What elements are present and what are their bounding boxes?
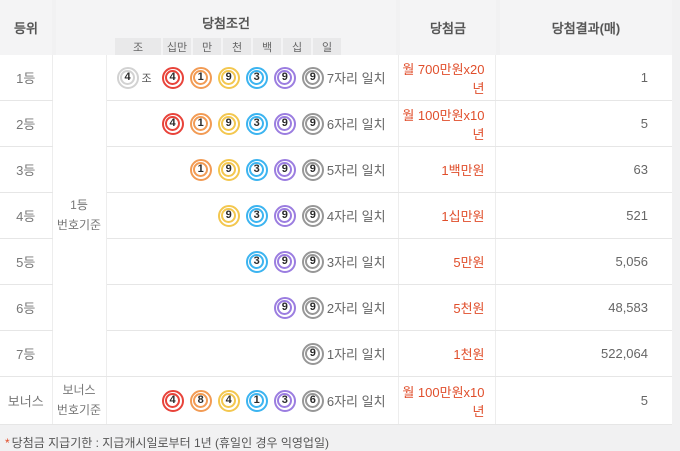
lotto-ball: 9 (273, 250, 296, 273)
condition-cell: 9 1자리 일치 (106, 330, 399, 377)
match-condition: 6자리 일치 (326, 394, 386, 409)
lotto-ball: 9 (301, 112, 324, 135)
lotto-ball: 8 (189, 389, 212, 412)
match-condition: 5자리 일치 (326, 163, 386, 178)
digit-label-10: 십 (283, 38, 311, 55)
lotto-ball: 3 (245, 158, 268, 181)
prize-amount: 월 100만원x10년 (398, 100, 496, 147)
lotto-ball: 9 (301, 204, 324, 227)
asterisk-mark: * (5, 436, 10, 450)
winner-count: 5,056 (495, 238, 672, 285)
lotto-ball: 4 (217, 389, 240, 412)
header-rank: 등위 (0, 0, 52, 55)
lotto-ball: 9 (301, 158, 324, 181)
winner-count: 522,064 (495, 330, 672, 377)
digit-labels: 조 십만 만 천 백 십 일 (115, 38, 341, 55)
match-condition: 3자리 일치 (326, 255, 386, 270)
lotto-ball: 4 (161, 66, 184, 89)
lotto-ball: 9 (301, 66, 324, 89)
prize-table: 1등 1등 번호기준 4 조 4 1 9 3 9 9 7자리 일치 월 700만… (0, 55, 672, 425)
lotto-ball: 1 (189, 66, 212, 89)
group-label-main: 1등 번호기준 (52, 55, 107, 377)
digit-label-100k: 십만 (163, 38, 191, 55)
header-condition: 당첨조건 조 십만 만 천 백 십 일 (56, 0, 396, 55)
lotto-ball: 1 (245, 389, 268, 412)
lotto-ball: 9 (273, 112, 296, 135)
digit-label-1: 일 (313, 38, 341, 55)
lotto-ball: 9 (273, 66, 296, 89)
lottery-result-panel: 등위 당첨조건 조 십만 만 천 백 십 일 당첨금 당첨결과(매) 1등 1등… (0, 0, 672, 451)
winner-count: 5 (495, 376, 672, 425)
footnote-text: 당첨금 지급기한 : 지급개시일로부터 1년 (휴일인 경우 익영업일) (11, 436, 330, 450)
lotto-ball: 9 (217, 112, 240, 135)
header-prize: 당첨금 (400, 0, 496, 55)
match-condition: 2자리 일치 (326, 301, 386, 316)
rank-label: 2등 (0, 100, 53, 147)
lotto-ball: 3 (273, 389, 296, 412)
winner-count: 521 (495, 192, 672, 239)
rank-label: 5등 (0, 238, 53, 285)
match-condition: 1자리 일치 (326, 347, 386, 362)
digit-label-jo: 조 (115, 38, 161, 55)
lotto-ball: 9 (217, 204, 240, 227)
lotto-ball: 1 (189, 158, 212, 181)
lotto-ball: 6 (301, 389, 324, 412)
rank-label: 6등 (0, 284, 53, 331)
table-header: 등위 당첨조건 조 십만 만 천 백 십 일 당첨금 당첨결과(매) (0, 0, 672, 55)
prize-amount: 1백만원 (398, 146, 496, 193)
lotto-ball: 3 (245, 204, 268, 227)
lotto-ball: 9 (217, 66, 240, 89)
prize-amount: 월 700만원x20년 (398, 55, 496, 101)
winner-count: 5 (495, 100, 672, 147)
condition-cell: 4 1 9 3 9 9 6자리 일치 (106, 100, 399, 147)
match-condition: 4자리 일치 (326, 209, 386, 224)
prize-amount: 1천원 (398, 330, 496, 377)
rank-label: 보너스 (0, 376, 53, 425)
table-row: 1등 1등 번호기준 4 조 4 1 9 3 9 9 7자리 일치 월 700만… (0, 55, 672, 377)
winner-count: 1 (495, 55, 672, 101)
digit-label-1k: 천 (223, 38, 251, 55)
winner-count: 48,583 (495, 284, 672, 331)
lotto-ball-jo: 4 (116, 66, 139, 89)
payment-deadline-note: * 당첨금 지급기한 : 지급개시일로부터 1년 (휴일인 경우 익영업일) (5, 434, 672, 451)
group-label-bonus: 보너스 번호기준 (52, 376, 107, 425)
rank-label: 3등 (0, 146, 53, 193)
condition-cell: 9 9 2자리 일치 (106, 284, 399, 331)
lotto-ball: 9 (273, 158, 296, 181)
lotto-ball: 9 (217, 158, 240, 181)
condition-cell: 1 9 3 9 9 5자리 일치 (106, 146, 399, 193)
prize-amount: 5만원 (398, 238, 496, 285)
digit-label-10k: 만 (193, 38, 221, 55)
lotto-ball: 9 (301, 250, 324, 273)
header-result: 당첨결과(매) (500, 0, 672, 55)
lotto-ball: 1 (189, 112, 212, 135)
prize-amount: 5천원 (398, 284, 496, 331)
rank-label: 4등 (0, 192, 53, 239)
prize-amount: 1십만원 (398, 192, 496, 239)
prize-amount: 월 100만원x10년 (398, 376, 496, 425)
lotto-ball: 9 (273, 296, 296, 319)
condition-cell: 4 조 4 1 9 3 9 9 7자리 일치 (106, 55, 399, 101)
lotto-ball: 9 (301, 342, 324, 365)
lotto-ball: 9 (301, 296, 324, 319)
lotto-ball: 4 (161, 389, 184, 412)
condition-cell: 4 8 4 1 3 6 6자리 일치 (106, 376, 399, 425)
winner-count: 63 (495, 146, 672, 193)
lotto-ball: 4 (161, 112, 184, 135)
match-condition: 6자리 일치 (326, 117, 386, 132)
lotto-ball: 3 (245, 66, 268, 89)
lotto-ball: 3 (245, 112, 268, 135)
lotto-ball: 9 (273, 204, 296, 227)
digit-label-100: 백 (253, 38, 281, 55)
table-row-bonus: 보너스 보너스 번호기준 4 8 4 1 3 6 6자리 일치 월 100만원x… (0, 376, 672, 425)
header-condition-label: 당첨조건 (202, 16, 250, 31)
condition-cell: 9 3 9 9 4자리 일치 (106, 192, 399, 239)
match-condition: 7자리 일치 (326, 71, 386, 86)
lotto-ball: 3 (245, 250, 268, 273)
condition-cell: 3 9 9 3자리 일치 (106, 238, 399, 285)
rank-label: 7등 (0, 330, 53, 377)
jo-label: 조 (141, 72, 152, 85)
rank-label: 1등 (0, 55, 53, 101)
